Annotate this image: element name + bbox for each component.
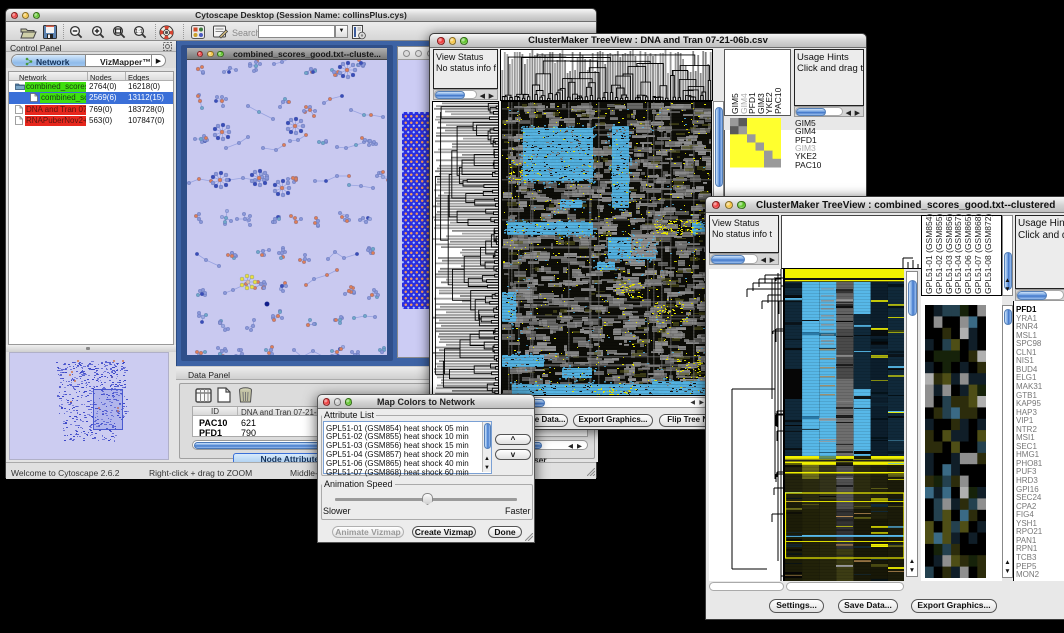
svg-text:1:1: 1:1 bbox=[135, 29, 143, 35]
